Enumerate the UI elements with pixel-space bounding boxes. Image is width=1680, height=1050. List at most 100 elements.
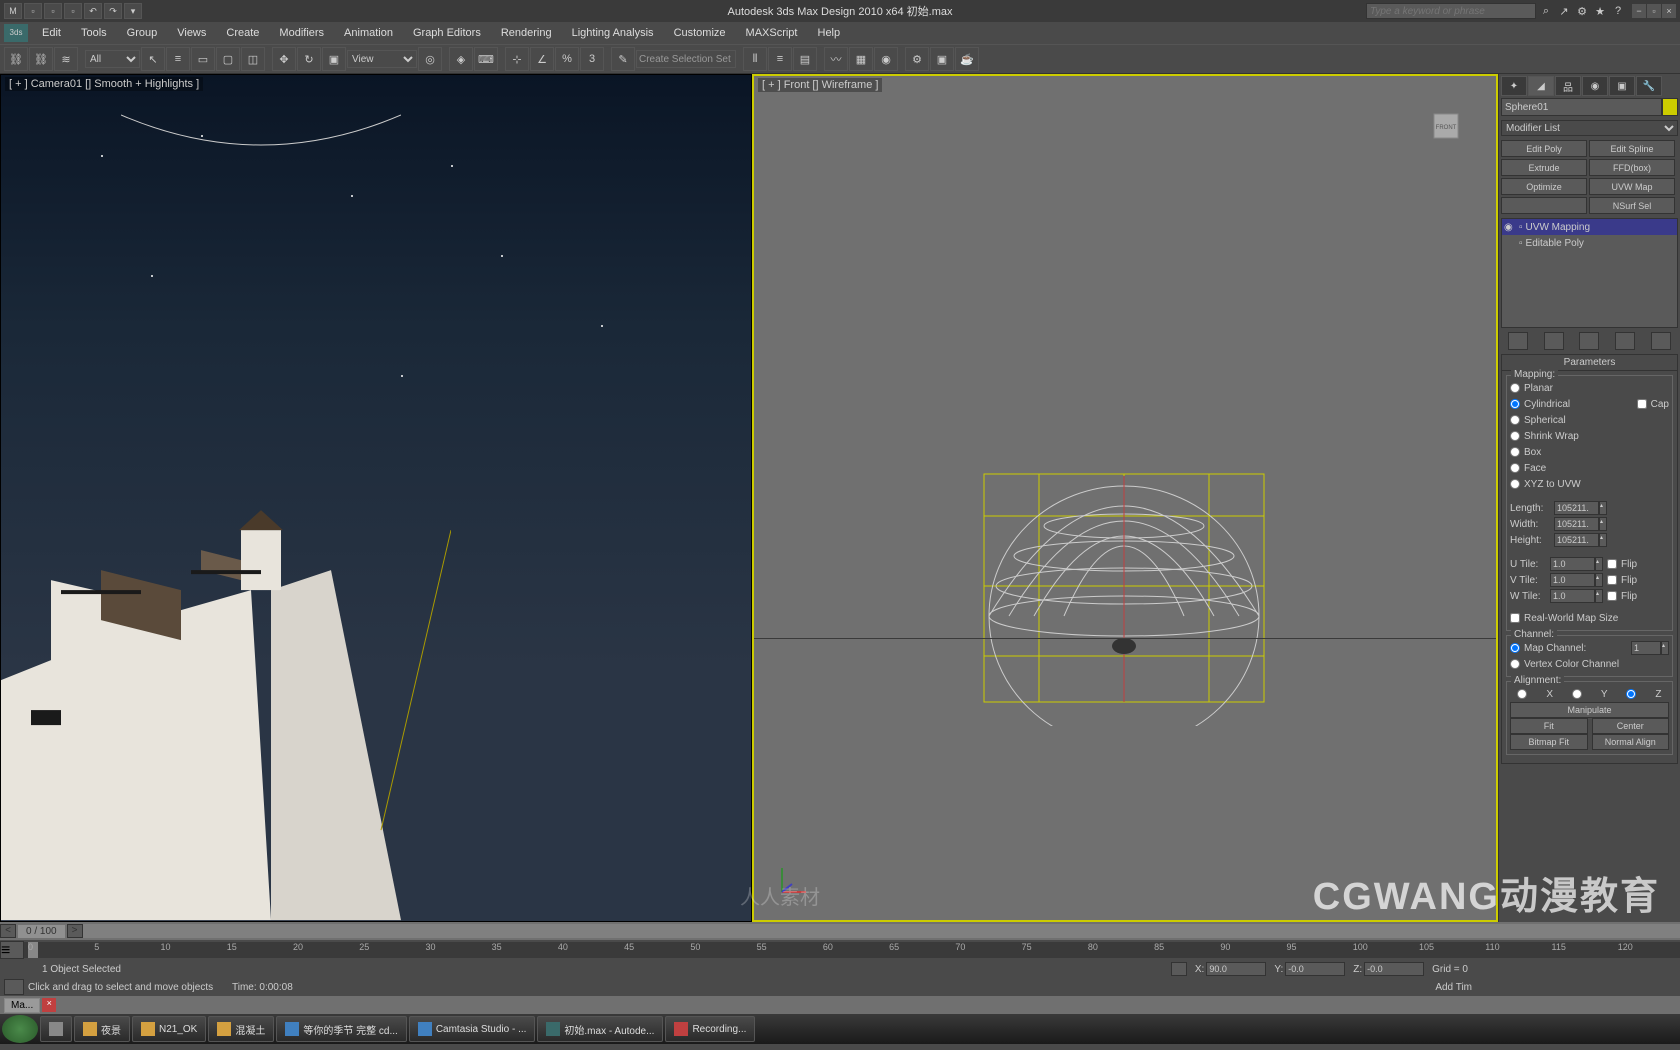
- cmdtab-modify[interactable]: ◢: [1528, 76, 1554, 96]
- favorites-icon[interactable]: ★: [1592, 3, 1608, 19]
- taskbar-item[interactable]: 混凝土: [208, 1016, 274, 1042]
- visibility-icon[interactable]: ◉: [1504, 222, 1516, 233]
- modbtn-blank[interactable]: [1501, 197, 1587, 214]
- show-end-result-icon[interactable]: [1544, 332, 1564, 350]
- realworld-checkbox[interactable]: [1510, 613, 1520, 623]
- menu-edit[interactable]: Edit: [32, 24, 71, 42]
- cmdtab-create[interactable]: ✦: [1501, 76, 1527, 96]
- mdi-tab[interactable]: Ma...: [4, 998, 40, 1013]
- bitmapfit-button[interactable]: Bitmap Fit: [1510, 734, 1588, 750]
- prompt-icon[interactable]: [4, 979, 24, 995]
- make-unique-icon[interactable]: [1579, 332, 1599, 350]
- mapping-spherical-radio[interactable]: [1510, 415, 1520, 425]
- cmdtab-hierarchy[interactable]: 品: [1555, 76, 1581, 96]
- length-input[interactable]: [1554, 501, 1599, 515]
- render-icon[interactable]: ☕: [955, 47, 979, 71]
- timeline-ruler[interactable]: 0510152025303540455055606570758085909510…: [24, 942, 1680, 958]
- timeslider-track[interactable]: [83, 924, 1680, 938]
- script-listener-icon[interactable]: [4, 962, 18, 976]
- percent-snap-icon[interactable]: %: [555, 47, 579, 71]
- taskbar-item[interactable]: 夜景: [74, 1016, 130, 1042]
- save-icon[interactable]: ▫: [64, 3, 82, 19]
- manipulate-icon[interactable]: ◈: [449, 47, 473, 71]
- viewcube[interactable]: FRONT: [1416, 96, 1476, 156]
- menu-modifiers[interactable]: Modifiers: [269, 24, 334, 42]
- stack-item-uvwmapping[interactable]: ◉ ▫ UVW Mapping: [1502, 219, 1677, 235]
- help-search-input[interactable]: [1366, 3, 1536, 19]
- menu-group[interactable]: Group: [117, 24, 168, 42]
- menu-create[interactable]: Create: [216, 24, 269, 42]
- unlink-icon[interactable]: ⛓: [29, 47, 53, 71]
- snap-icon[interactable]: ⊹: [505, 47, 529, 71]
- mdi-close-icon[interactable]: ×: [42, 998, 56, 1012]
- cmdtab-display[interactable]: ▣: [1609, 76, 1635, 96]
- search-icon[interactable]: ⌕: [1538, 3, 1554, 19]
- modbtn-editpoly[interactable]: Edit Poly: [1501, 140, 1587, 157]
- modifier-list-dropdown[interactable]: Modifier List: [1501, 120, 1678, 136]
- uflip-checkbox[interactable]: [1607, 559, 1617, 569]
- named-selection-input[interactable]: [636, 50, 736, 68]
- modbtn-ffdbox[interactable]: FFD(box): [1589, 159, 1675, 176]
- vertexcolor-radio[interactable]: [1510, 659, 1520, 669]
- modbtn-uvwmap[interactable]: UVW Map: [1589, 178, 1675, 195]
- cap-checkbox[interactable]: [1637, 399, 1647, 409]
- vflip-checkbox[interactable]: [1607, 575, 1617, 585]
- spinner-snap-icon[interactable]: 3: [580, 47, 604, 71]
- time-slider[interactable]: < 0 / 100 >: [0, 922, 1680, 940]
- max-script-icon[interactable]: [18, 962, 32, 976]
- spinner-buttons[interactable]: ▴: [1599, 533, 1607, 547]
- material-editor-icon[interactable]: ◉: [874, 47, 898, 71]
- mapping-shrinkwrap-radio[interactable]: [1510, 431, 1520, 441]
- mapping-planar-radio[interactable]: [1510, 383, 1520, 393]
- taskbar-item[interactable]: 初始.max - Autode...: [537, 1016, 663, 1042]
- menu-lighting-analysis[interactable]: Lighting Analysis: [562, 24, 664, 42]
- app-logo[interactable]: 3ds: [4, 24, 28, 42]
- layer-icon[interactable]: ▤: [793, 47, 817, 71]
- taskbar-item[interactable]: N21_OK: [132, 1016, 206, 1042]
- new-icon[interactable]: ▫: [24, 3, 42, 19]
- menu-customize[interactable]: Customize: [664, 24, 736, 42]
- keyboard-shortcut-icon[interactable]: ⌨: [474, 47, 498, 71]
- modbtn-extrude[interactable]: Extrude: [1501, 159, 1587, 176]
- manipulate-button[interactable]: Manipulate: [1510, 702, 1669, 718]
- render-frame-icon[interactable]: ▣: [930, 47, 954, 71]
- wtile-input[interactable]: [1550, 589, 1595, 603]
- pivot-icon[interactable]: ◎: [418, 47, 442, 71]
- bind-spacewarp-icon[interactable]: ≋: [54, 47, 78, 71]
- vtile-input[interactable]: [1550, 573, 1595, 587]
- align-z-radio[interactable]: [1626, 689, 1636, 699]
- taskbar-item[interactable]: 等你的季节 完整 cd...: [276, 1016, 406, 1042]
- stack-item-editablepoly[interactable]: ▫ Editable Poly: [1502, 235, 1677, 251]
- menu-animation[interactable]: Animation: [334, 24, 403, 42]
- remove-modifier-icon[interactable]: [1615, 332, 1635, 350]
- qat-more-icon[interactable]: ▾: [124, 3, 142, 19]
- trackbar-open-icon[interactable]: ≡: [0, 941, 24, 959]
- schematic-icon[interactable]: ▦: [849, 47, 873, 71]
- cmdtab-motion[interactable]: ◉: [1582, 76, 1608, 96]
- spinner-buttons[interactable]: ▴: [1595, 573, 1603, 587]
- timeslider-next[interactable]: >: [67, 924, 83, 938]
- width-input[interactable]: [1554, 517, 1599, 531]
- transform-z-input[interactable]: [1364, 962, 1424, 976]
- viewport-label-right[interactable]: [ + ] Front [] Wireframe ]: [758, 78, 882, 92]
- spinner-buttons[interactable]: ▴: [1599, 501, 1607, 515]
- communication-icon[interactable]: ⚙: [1574, 3, 1590, 19]
- lock-selection-icon[interactable]: [1171, 962, 1187, 976]
- mapping-face-radio[interactable]: [1510, 463, 1520, 473]
- mapchannel-radio[interactable]: [1510, 643, 1520, 653]
- menu-graph-editors[interactable]: Graph Editors: [403, 24, 491, 42]
- angle-snap-icon[interactable]: ∠: [530, 47, 554, 71]
- modbtn-editspline[interactable]: Edit Spline: [1589, 140, 1675, 157]
- help-icon[interactable]: ?: [1610, 3, 1626, 19]
- configure-sets-icon[interactable]: [1651, 332, 1671, 350]
- viewport-front[interactable]: [ + ] Front [] Wireframe ] FRONT: [752, 74, 1498, 922]
- menu-rendering[interactable]: Rendering: [491, 24, 562, 42]
- mapping-xyztouvw-radio[interactable]: [1510, 479, 1520, 489]
- subscription-icon[interactable]: ↗: [1556, 3, 1572, 19]
- object-color-swatch[interactable]: [1662, 98, 1678, 116]
- undo-icon[interactable]: ↶: [84, 3, 102, 19]
- cmdtab-utilities[interactable]: 🔧: [1636, 76, 1662, 96]
- center-button[interactable]: Center: [1592, 718, 1670, 734]
- menu-views[interactable]: Views: [167, 24, 216, 42]
- curve-editor-icon[interactable]: 〰: [824, 47, 848, 71]
